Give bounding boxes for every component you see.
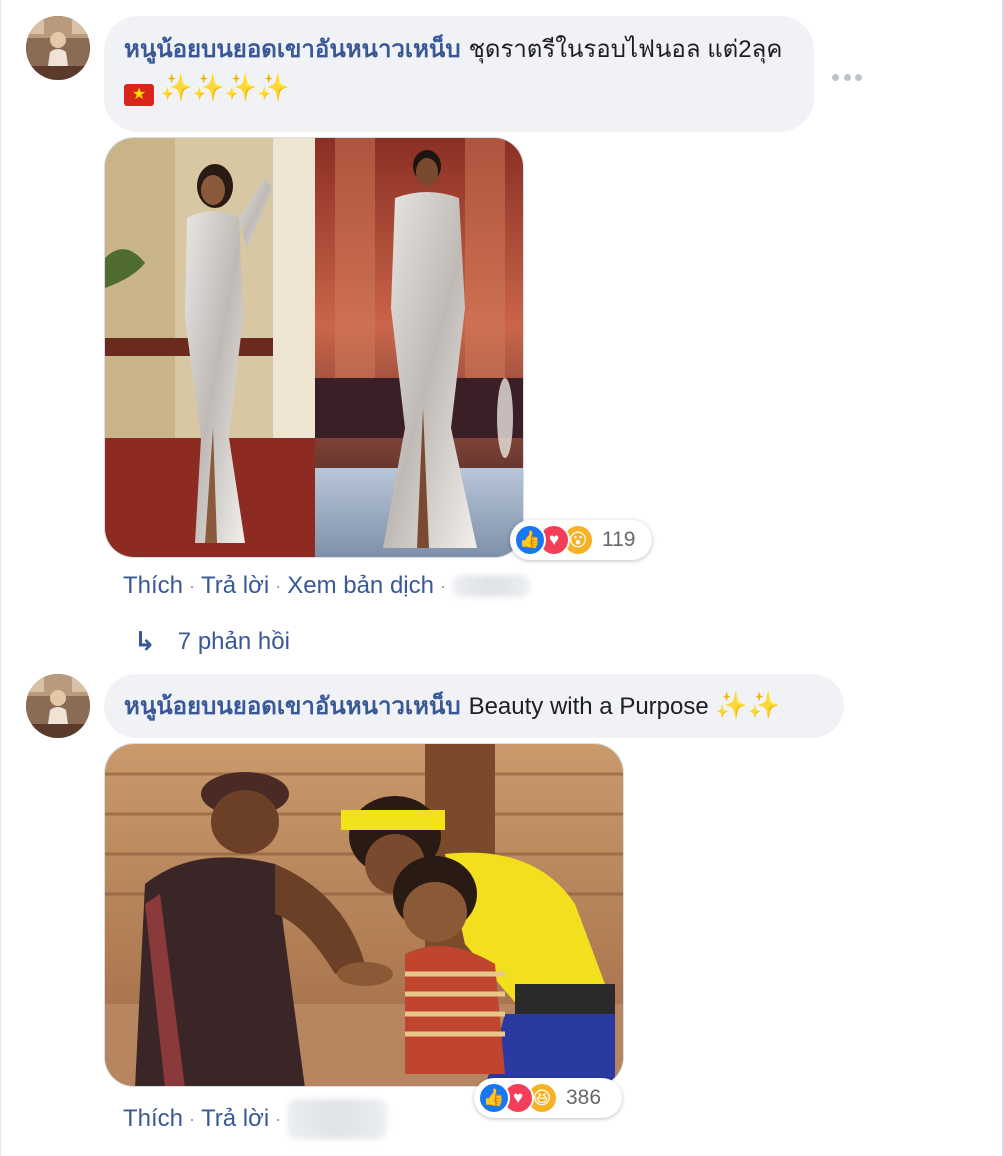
sparkles-emoji: ✨✨: [715, 691, 781, 721]
comment-actions: Thích · Trả lời ·: [123, 1099, 388, 1139]
comment-photo[interactable]: [104, 743, 624, 1087]
see-translation-link[interactable]: Xem bản dịch: [287, 571, 434, 601]
blurred-timestamp[interactable]: [287, 1099, 388, 1139]
reactions-summary[interactable]: 👍 ♥ 😆 386: [474, 1078, 622, 1118]
commenter-avatar[interactable]: [26, 16, 90, 80]
separator-dot: ·: [275, 1109, 282, 1129]
reply-link[interactable]: Trả lời: [201, 571, 269, 601]
separator-dot: ·: [189, 576, 196, 596]
comment-text: ชุดราตรีในรอบไฟนอล แต่2ลุค: [468, 36, 783, 63]
sparkles-emoji: ✨✨✨✨: [160, 73, 290, 103]
commenter-avatar[interactable]: [26, 674, 90, 738]
comment-bubble: หนูน้อยบนยอดเขาอันหนาวเหน็บ Beauty with a…: [104, 674, 844, 738]
comment-text: Beauty with a Purpose: [468, 693, 709, 720]
separator-dot: ·: [439, 576, 446, 596]
reactions-summary[interactable]: 👍 ♥ 😮 119: [510, 520, 652, 560]
separator-dot: ·: [275, 576, 282, 596]
like-icon: 👍: [514, 524, 546, 556]
like-icon: 👍: [478, 1082, 510, 1114]
reply-arrow-icon: ↳: [134, 626, 156, 656]
comment-photo[interactable]: [104, 137, 524, 558]
comment-author-name[interactable]: หนูน้อยบนยอดเขาอันหนาวเหน็บ: [124, 36, 461, 63]
comment-actions: Thích · Trả lời · Xem bản dịch ·: [123, 571, 530, 601]
blurred-timestamp[interactable]: [451, 575, 530, 597]
comment-bubble: หนูน้อยบนยอดเขาอันหนาวเหน็บ ชุดราตรีในรอบ…: [104, 16, 814, 132]
like-link[interactable]: Thích: [123, 1104, 183, 1134]
reply-link[interactable]: Trả lời: [201, 1104, 269, 1134]
separator-dot: ·: [189, 1109, 196, 1129]
comment-author-name[interactable]: หนูน้อยบนยอดเขาอันหนาวเหน็บ: [124, 693, 461, 720]
left-border: [0, 0, 1, 1156]
reaction-count: 386: [566, 1086, 602, 1109]
view-replies-link[interactable]: ↳ 7 phản hồi: [134, 626, 290, 657]
reaction-count: 119: [602, 528, 636, 551]
like-link[interactable]: Thích: [123, 571, 183, 601]
more-options-icon[interactable]: [832, 66, 862, 88]
replies-count: 7 phản hồi: [177, 627, 290, 655]
vietnam-flag-icon: ★: [124, 84, 154, 106]
